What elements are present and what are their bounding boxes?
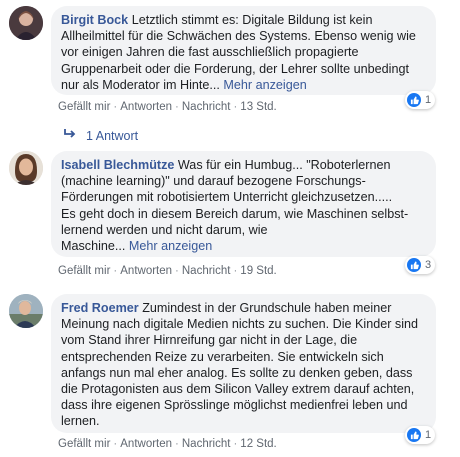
comment-bubble: Birgit Bock Letztlich stimmt es: Digital… (51, 6, 436, 95)
reaction-count[interactable]: 1 (405, 91, 436, 109)
thumbs-up-icon (407, 258, 421, 272)
author-name[interactable]: Fred Roemer (61, 301, 139, 315)
comment-bubble: Fred Roemer Zumindest in der Grundschule… (51, 294, 436, 433)
avatar[interactable] (9, 151, 43, 185)
thumbs-up-icon (407, 428, 421, 442)
more-link[interactable]: Mehr anzeigen (223, 78, 306, 92)
comment-text-line: Förderungen mit robotisiertem Unterricht… (61, 190, 393, 205)
comment-actions: Gefällt mir · Antworten · Nachricht · 13 Std. (58, 101, 277, 113)
comment-text-line: lernend werden und nicht darum, wie (61, 222, 268, 237)
comment-text-line: Was für ein Humbug... "Roboterlernen (177, 158, 391, 172)
reaction-number: 3 (425, 259, 432, 271)
more-link[interactable]: Mehr anzeigen (129, 239, 212, 253)
timestamp[interactable]: 12 Std. (240, 438, 276, 450)
reply-button[interactable]: Antworten (120, 438, 172, 450)
comment-actions: Gefällt mir · Antworten · Nachricht · 12 Std. (58, 438, 277, 450)
timestamp[interactable]: 13 Std. (240, 101, 276, 113)
comment-text-line: Maschine... (61, 239, 126, 254)
view-replies[interactable]: 1 Antwort (62, 128, 138, 143)
timestamp[interactable]: 19 Std. (240, 265, 276, 277)
reaction-number: 1 (425, 429, 432, 441)
comment-text-line: (machine learning)" und darauf bezogene … (61, 174, 366, 189)
replies-count[interactable]: 1 Antwort (86, 129, 138, 143)
comment-text: Zumindest in der Grundschule haben meine… (61, 301, 419, 429)
avatar[interactable] (9, 294, 43, 328)
comment-actions: Gefällt mir · Antworten · Nachricht · 19 Std. (58, 265, 277, 277)
thumbs-up-icon (407, 93, 421, 107)
avatar-image (9, 294, 43, 328)
author-name[interactable]: Isabell Blechmütze (61, 158, 174, 172)
comment-text-line: Es geht doch in diesem Bereich darum, wi… (61, 206, 409, 221)
reply-button[interactable]: Antworten (120, 101, 172, 113)
like-button[interactable]: Gefällt mir (58, 438, 110, 450)
reply-button[interactable]: Antworten (120, 265, 172, 277)
avatar[interactable] (9, 6, 43, 40)
message-button[interactable]: Nachricht (182, 101, 231, 113)
comment-bubble: Isabell Blechmütze Was für ein Humbug...… (51, 151, 436, 257)
like-button[interactable]: Gefällt mir (58, 265, 110, 277)
reaction-count[interactable]: 1 (405, 426, 436, 444)
avatar-image (9, 6, 43, 40)
message-button[interactable]: Nachricht (182, 265, 231, 277)
reply-arrow-icon (62, 128, 76, 143)
author-name[interactable]: Birgit Bock (61, 13, 128, 27)
like-button[interactable]: Gefällt mir (58, 101, 110, 113)
message-button[interactable]: Nachricht (182, 438, 231, 450)
reaction-number: 1 (425, 94, 432, 106)
avatar-image (9, 151, 43, 185)
reaction-count[interactable]: 3 (405, 256, 436, 274)
